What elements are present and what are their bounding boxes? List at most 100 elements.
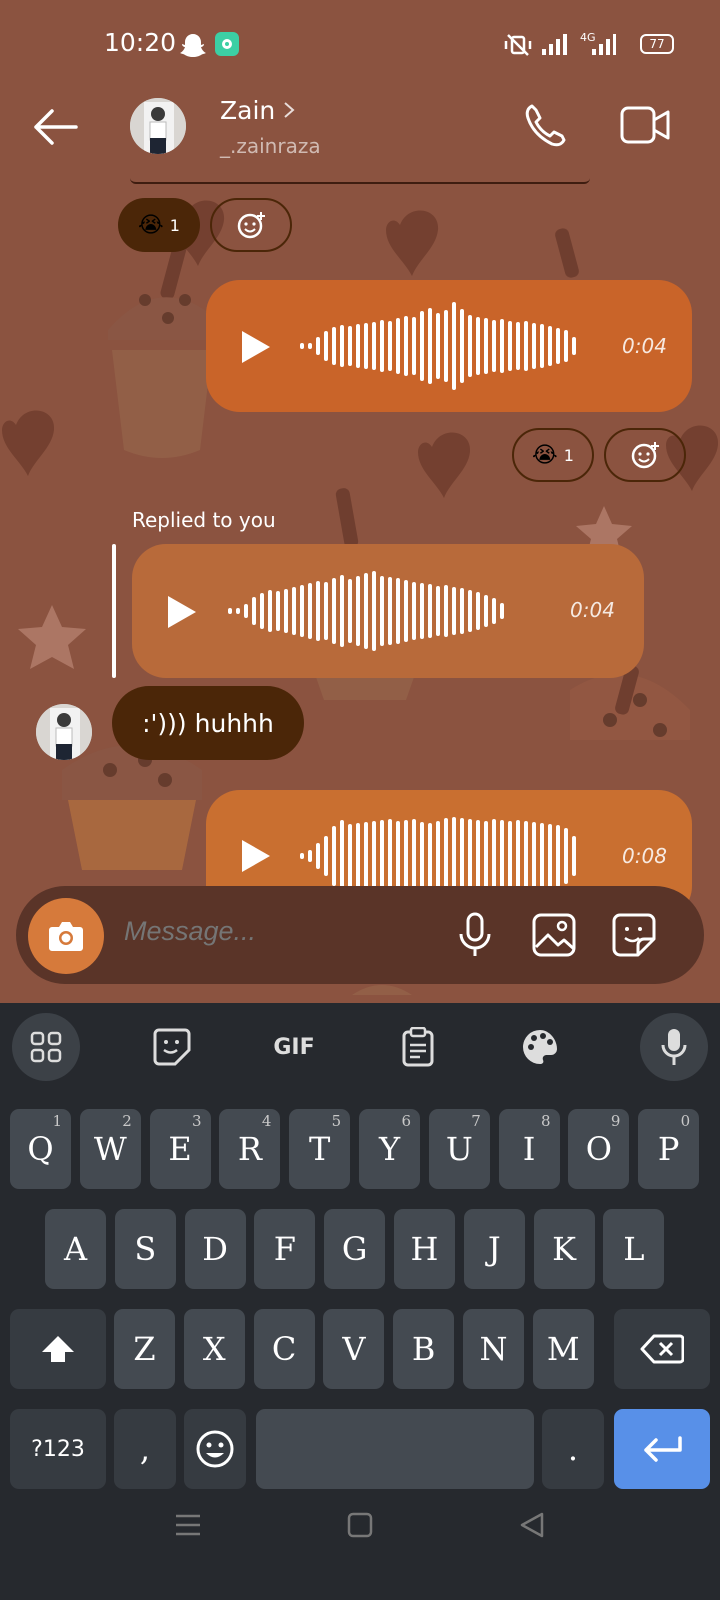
key-t[interactable]: T5	[289, 1109, 351, 1189]
recent-apps-icon[interactable]	[174, 1513, 202, 1537]
key-label: Q	[27, 1130, 54, 1168]
sticker-button[interactable]	[140, 1015, 204, 1079]
key-d[interactable]: D	[184, 1209, 246, 1289]
add-reaction-button[interactable]	[210, 198, 292, 252]
key-o[interactable]: O9	[568, 1109, 630, 1189]
key-b[interactable]: B	[393, 1309, 455, 1389]
key-label: N	[479, 1330, 508, 1368]
chat-header	[0, 90, 720, 180]
reaction-count: 1	[563, 445, 574, 465]
add-reaction-button[interactable]	[604, 428, 686, 482]
sticker-icon[interactable]	[612, 913, 656, 957]
key-label: D	[202, 1230, 228, 1268]
video-call-icon[interactable]	[620, 104, 672, 148]
shift-icon	[42, 1336, 74, 1362]
key-label: Z	[133, 1330, 156, 1368]
voice-duration: 0:04	[622, 334, 667, 358]
camera-button[interactable]	[28, 898, 104, 974]
play-icon[interactable]	[166, 594, 198, 630]
key-v[interactable]: V	[323, 1309, 385, 1389]
theme-button[interactable]	[508, 1015, 572, 1079]
key-g[interactable]: G	[324, 1209, 386, 1289]
contact-avatar[interactable]	[130, 98, 186, 154]
key-n[interactable]: N	[463, 1309, 524, 1389]
message-input[interactable]	[124, 916, 424, 947]
key-i[interactable]: I8	[498, 1109, 560, 1189]
key-f[interactable]: F	[254, 1209, 316, 1289]
text-message-received[interactable]: :'))) huhhh	[112, 686, 304, 760]
contact-handle[interactable]: _.zainraza	[220, 134, 321, 158]
enter-key[interactable]	[614, 1409, 710, 1489]
key-c[interactable]: C	[253, 1309, 315, 1389]
palette-icon	[523, 1030, 557, 1064]
reaction-badge[interactable]: 😭 1	[118, 198, 200, 252]
key-label: F	[273, 1230, 296, 1268]
snapchat-notification-icon	[180, 34, 206, 57]
key-k[interactable]: K	[533, 1209, 595, 1289]
key-q[interactable]: Q1	[10, 1109, 71, 1189]
reaction-badge[interactable]: 😭 1	[512, 428, 594, 482]
previous-message-edge	[130, 178, 590, 184]
voice-duration: 0:04	[570, 598, 615, 622]
camera-icon	[49, 922, 83, 951]
back-arrow-icon[interactable]	[32, 107, 80, 147]
play-icon[interactable]	[240, 838, 272, 874]
reaction-count: 1	[169, 215, 180, 235]
key-y[interactable]: Y6	[359, 1109, 420, 1189]
key-hint: 6	[401, 1112, 411, 1130]
contact-name[interactable]: Zain	[220, 96, 275, 125]
key-j[interactable]: J	[463, 1209, 525, 1289]
apps-button[interactable]	[12, 1013, 80, 1081]
key-label: R	[237, 1130, 262, 1168]
gallery-icon[interactable]	[532, 913, 576, 957]
comma-key[interactable]: ,	[114, 1409, 176, 1489]
microphone-icon[interactable]	[458, 912, 492, 958]
period-key[interactable]: .	[542, 1409, 604, 1489]
key-hint: 2	[122, 1112, 132, 1130]
avatar-image	[36, 704, 92, 760]
play-icon[interactable]	[240, 329, 272, 365]
battery-icon: 77	[640, 34, 674, 54]
back-icon[interactable]	[518, 1511, 546, 1539]
app-notification-icon	[215, 32, 239, 56]
chevron-right-icon[interactable]	[282, 100, 296, 120]
key-h[interactable]: H	[394, 1209, 455, 1289]
home-icon[interactable]	[347, 1512, 373, 1538]
key-p[interactable]: P0	[638, 1109, 700, 1189]
waveform	[300, 300, 580, 392]
clipboard-button[interactable]	[386, 1015, 450, 1079]
key-hint: 0	[680, 1112, 691, 1130]
key-label: M	[546, 1330, 580, 1368]
key-u[interactable]: U7	[428, 1109, 490, 1189]
voice-input-button[interactable]	[640, 1013, 708, 1081]
sender-avatar[interactable]	[36, 704, 92, 760]
replied-label: Replied to you	[132, 508, 276, 532]
key-s[interactable]: S	[114, 1209, 176, 1289]
emoji-key[interactable]	[184, 1409, 246, 1489]
key-label: U	[445, 1130, 473, 1168]
key-e[interactable]: E3	[149, 1109, 211, 1189]
space-key[interactable]	[256, 1409, 534, 1489]
key-r[interactable]: R4	[219, 1109, 281, 1189]
key-l[interactable]: L	[603, 1209, 665, 1289]
key-label: K	[552, 1230, 577, 1268]
key-hint: 4	[261, 1112, 272, 1130]
signal-icon	[542, 34, 567, 55]
key-label: E	[168, 1130, 192, 1168]
shift-key[interactable]	[10, 1309, 106, 1389]
add-reaction-icon	[631, 442, 659, 469]
key-w[interactable]: W2	[79, 1109, 141, 1189]
avatar-image	[130, 98, 186, 154]
key-x[interactable]: X	[183, 1309, 245, 1389]
key-label: L	[623, 1230, 645, 1268]
key-label: G	[341, 1230, 368, 1268]
gif-button[interactable]: GIF	[262, 1015, 326, 1079]
key-z[interactable]: Z	[114, 1309, 175, 1389]
phone-call-icon[interactable]	[522, 102, 570, 150]
backspace-key[interactable]	[614, 1309, 710, 1389]
symbols-key[interactable]: ?123	[10, 1409, 106, 1489]
key-a[interactable]: A	[45, 1209, 106, 1289]
key-m[interactable]: M	[532, 1309, 594, 1389]
reply-indicator-bar	[112, 544, 116, 678]
sticker-icon	[153, 1028, 191, 1066]
